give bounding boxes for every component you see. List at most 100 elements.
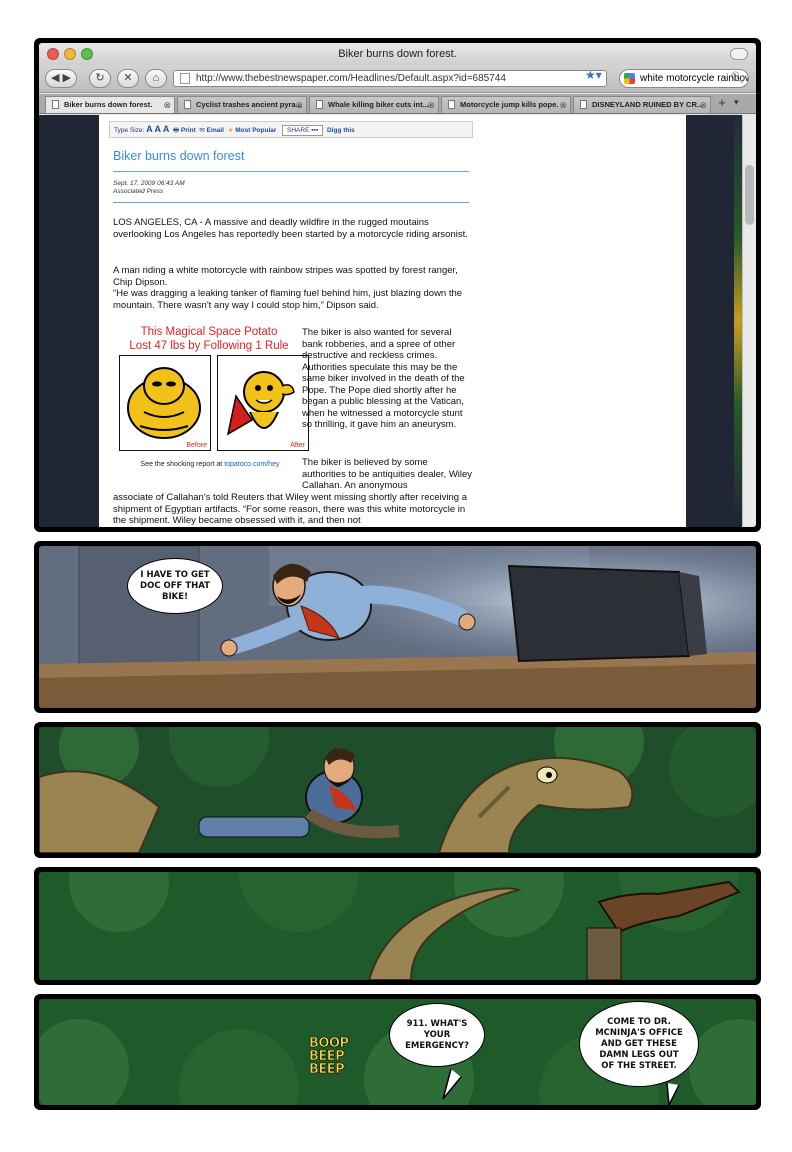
scrollbar-thumb[interactable] xyxy=(745,165,754,225)
new-tab-icon[interactable]: + xyxy=(715,96,729,111)
paragraph-6: associate of Callahan's told Reuters tha… xyxy=(113,492,468,526)
divider xyxy=(113,202,469,203)
tab-label: Whale killing biker cuts int... xyxy=(328,100,429,109)
speech-bubble-operator: 911. What's your emergency? xyxy=(389,1003,485,1067)
print-icon: 🖶︎ xyxy=(172,127,180,134)
paragraph-4: The biker is also wanted for several ban… xyxy=(302,327,465,430)
email-icon: ✉ xyxy=(199,127,205,134)
scrollbar[interactable] xyxy=(742,115,756,527)
type-size-label: Type Size: xyxy=(114,127,145,134)
ad-report-link[interactable]: topatoco.com/hey xyxy=(224,461,279,468)
reload-icon[interactable]: ↻ xyxy=(89,69,111,88)
panel-phone-call: BOOP BEEP BEEP 911. What's your emergenc… xyxy=(34,994,761,1110)
tab-cyclist[interactable]: Cyclist trashes ancient pyra... ⊗ xyxy=(177,96,307,113)
stop-icon[interactable]: ✕ xyxy=(117,69,139,88)
speech-bubble-caller: Come to Dr. McNinja's office and get the… xyxy=(579,1001,699,1087)
background-page-strip xyxy=(734,115,742,527)
close-window-icon[interactable] xyxy=(47,48,59,60)
print-link[interactable]: Print xyxy=(181,127,196,134)
page-icon xyxy=(448,100,455,109)
page-icon xyxy=(184,100,191,109)
bookmark-star-icon[interactable]: ★▾ xyxy=(585,68,602,82)
phone-beep-sfx: BOOP BEEP BEEP xyxy=(309,1037,350,1077)
after-caption: After xyxy=(290,442,305,449)
tab-pope[interactable]: Motorcycle jump kills pope. ⊗ xyxy=(441,96,571,113)
panel-2-scene: I have to get Doc off that bike! xyxy=(39,546,756,708)
operator-text: 911. What's your emergency? xyxy=(405,1018,469,1051)
page-icon xyxy=(580,100,587,109)
search-input[interactable]: white motorcycle rainbow 🔍︎ xyxy=(619,69,749,88)
close-tab-icon[interactable]: ⊗ xyxy=(559,97,567,113)
panel-tail-and-boot xyxy=(34,867,761,985)
minimize-window-icon[interactable] xyxy=(64,48,76,60)
fit-potato-illustration xyxy=(226,371,295,436)
close-tab-icon[interactable]: ⊗ xyxy=(699,97,707,113)
search-icon[interactable]: 🔍︎ xyxy=(730,70,744,87)
toolbar-toggle-icon[interactable] xyxy=(730,48,748,60)
tab-whale[interactable]: Whale killing biker cuts int... ⊗ xyxy=(309,96,439,113)
dateline: Sept. 17, 2009 06:43 AM Associated Press xyxy=(113,180,185,196)
ad-report-line: See the shocking report at topatoco.com/… xyxy=(119,461,301,468)
ad-headline[interactable]: This Magical Space Potato Lost 47 lbs by… xyxy=(119,325,299,353)
paragraph-5: The biker is believed by some authoritie… xyxy=(302,457,473,491)
article-date: Sept. 17, 2009 06:43 AM xyxy=(113,180,185,187)
tab-biker-burns[interactable]: Biker burns down forest. ⊗ xyxy=(45,96,175,113)
sfx-word: BEEP xyxy=(309,1062,345,1077)
before-caption: Before xyxy=(186,442,207,449)
article-headline: Biker burns down forest xyxy=(113,149,245,163)
tab-label: Cyclist trashes ancient pyra... xyxy=(196,100,302,109)
panel-browser: Biker burns down forest. ◀ ▶ ↻ ✕ ⌂ http:… xyxy=(34,38,761,532)
email-link[interactable]: Email xyxy=(207,127,224,134)
tab-label: DISNEYLAND RUINED BY CR... xyxy=(592,100,704,109)
close-tab-icon[interactable]: ⊗ xyxy=(163,97,171,113)
speech-text: I have to get Doc off that bike! xyxy=(140,569,210,602)
article-source: Associated Press xyxy=(113,188,164,195)
divider xyxy=(113,171,469,172)
ad-after-image[interactable]: After xyxy=(217,355,309,451)
fat-potato-illustration xyxy=(127,367,201,439)
window-title: Biker burns down forest. xyxy=(338,48,457,60)
tab-label: Biker burns down forest. xyxy=(64,100,153,109)
browser-window: Biker burns down forest. ◀ ▶ ↻ ✕ ⌂ http:… xyxy=(39,43,756,527)
tab-disneyland[interactable]: DISNEYLAND RUINED BY CR... ⊗ xyxy=(573,96,711,113)
page-icon xyxy=(180,73,190,84)
ad-report-text: See the shocking report at xyxy=(140,461,223,468)
back-forward-button[interactable]: ◀ ▶ xyxy=(45,69,77,88)
speech-bubble-man: I have to get Doc off that bike! xyxy=(127,558,223,614)
share-label: SHARE xyxy=(287,127,310,134)
star-icon: ★ xyxy=(227,127,234,134)
panel-5-scene: BOOP BEEP BEEP 911. What's your emergenc… xyxy=(39,999,756,1105)
url-text: http://www.thebestnewspaper.com/Headline… xyxy=(196,73,506,84)
article-page: Type Size: A A A 🖶︎ Print ✉ Email ★ Most… xyxy=(99,115,686,527)
window-titlebar: Biker burns down forest. xyxy=(39,43,756,65)
share-button[interactable]: SHARE ▪▪▪ xyxy=(282,125,324,136)
ad-headline-line-2: Lost 47 lbs by Following 1 Rule xyxy=(129,340,289,352)
page-icon xyxy=(52,100,59,109)
zoom-window-icon[interactable] xyxy=(81,48,93,60)
digg-link[interactable]: Digg this xyxy=(327,127,355,134)
type-size-buttons[interactable]: A A A xyxy=(146,124,169,134)
most-popular-link[interactable]: Most Popular xyxy=(235,127,276,134)
browser-content: Type Size: A A A 🖶︎ Print ✉ Email ★ Most… xyxy=(39,115,756,527)
caller-text: Come to Dr. McNinja's office and get the… xyxy=(595,1016,683,1071)
panel-4-scene xyxy=(39,872,756,980)
close-tab-icon[interactable]: ⊗ xyxy=(427,97,435,113)
close-tab-icon[interactable]: ⊗ xyxy=(295,97,303,113)
ad-before-image[interactable]: Before xyxy=(119,355,211,451)
home-icon[interactable]: ⌂ xyxy=(145,69,167,88)
google-icon xyxy=(624,73,635,84)
ad-headline-line-1: This Magical Space Potato xyxy=(140,326,278,338)
paragraph-1: LOS ANGELES, CA - A massive and deadly w… xyxy=(113,217,468,240)
tab-bar: Biker burns down forest. ⊗ Cyclist trash… xyxy=(39,94,756,114)
forest-raptor-illustration xyxy=(39,727,756,853)
panel-man-at-laptop: I have to get Doc off that bike! xyxy=(34,541,761,713)
page-icon xyxy=(316,100,323,109)
panel-man-and-raptor xyxy=(34,722,761,858)
address-bar[interactable]: http://www.thebestnewspaper.com/Headline… xyxy=(173,70,607,87)
tab-list-icon[interactable]: ▾ xyxy=(734,97,748,111)
tail-and-leg-illustration xyxy=(39,872,756,980)
tab-label: Motorcycle jump kills pope. xyxy=(460,100,559,109)
paragraph-3: “He was dragging a leaking tanker of fla… xyxy=(113,288,463,311)
window-controls xyxy=(47,48,93,60)
article-toolbar: Type Size: A A A 🖶︎ Print ✉ Email ★ Most… xyxy=(109,121,473,138)
